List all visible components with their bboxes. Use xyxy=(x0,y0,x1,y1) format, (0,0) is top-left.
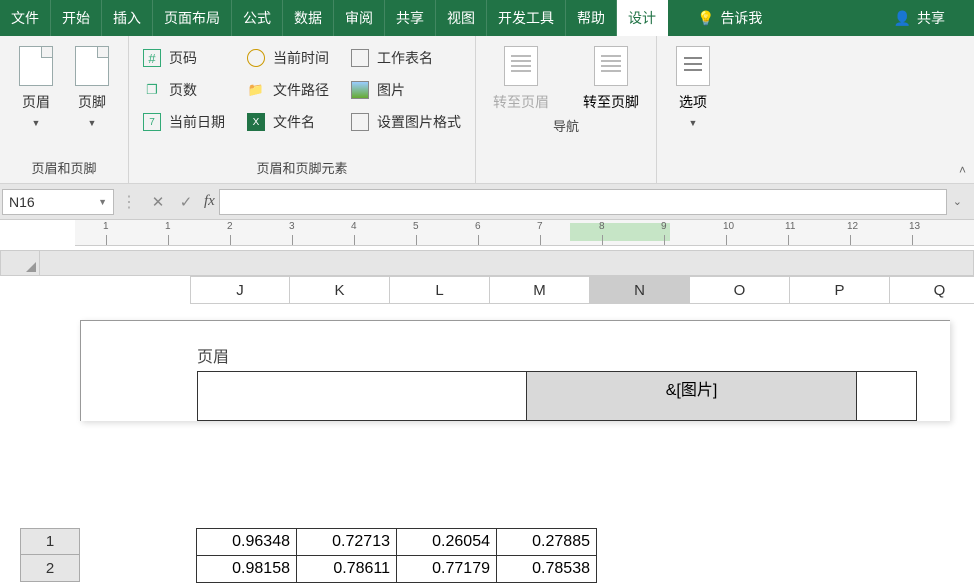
enter-button[interactable]: ✓ xyxy=(172,193,200,211)
footer-button[interactable]: 页脚 ▼ xyxy=(66,42,118,128)
expand-formula-button[interactable]: ⌄ xyxy=(953,195,962,208)
tab-tellme[interactable]: 💡 告诉我 xyxy=(686,0,773,36)
pages-icon: ❐ xyxy=(143,81,161,99)
tab-home[interactable]: 开始 xyxy=(51,0,102,36)
column-header-P[interactable]: P xyxy=(790,276,890,304)
tab-dev[interactable]: 开发工具 xyxy=(487,0,566,36)
group-label: 页眉和页脚元素 xyxy=(139,154,465,183)
collapse-ribbon-button[interactable]: ˄ xyxy=(959,163,966,177)
tab-review[interactable]: 审阅 xyxy=(334,0,385,36)
row-header-2[interactable]: 2 xyxy=(20,555,80,582)
fmtpicture-button[interactable]: 设置图片格式 xyxy=(347,110,465,134)
name-box[interactable]: N16 ▼ xyxy=(2,189,114,215)
options-icon xyxy=(676,46,710,86)
column-headers: JKLMNOPQ xyxy=(190,276,974,304)
header-center-box[interactable]: &[图片] xyxy=(527,371,857,421)
column-header-O[interactable]: O xyxy=(690,276,790,304)
tab-layout[interactable]: 页面布局 xyxy=(153,0,232,36)
header-right-box[interactable] xyxy=(857,371,917,421)
column-header-L[interactable]: L xyxy=(390,276,490,304)
row-headers: 12 xyxy=(20,528,80,582)
format-picture-icon xyxy=(351,113,369,131)
page-preview: 页眉 &[图片] xyxy=(80,320,950,421)
group-label: 页眉和页脚 xyxy=(10,154,118,183)
fx-icon[interactable]: fx xyxy=(204,193,215,210)
header-left-box[interactable] xyxy=(197,371,527,421)
group-header-footer: 页眉 ▼ 页脚 ▼ 页眉和页脚 xyxy=(0,36,129,183)
goto-header-button: 转至页眉 xyxy=(486,46,556,112)
lightbulb-icon: 💡 xyxy=(697,10,714,27)
group-options: 选项 ▼ xyxy=(657,36,729,183)
calendar-icon: 7 xyxy=(143,113,161,131)
hash-icon: # xyxy=(143,49,161,67)
cell[interactable]: 0.26054 xyxy=(397,529,497,556)
tab-file[interactable]: 文件 xyxy=(0,0,51,36)
formula-input[interactable] xyxy=(219,189,947,215)
currenttime-button[interactable]: 当前时间 xyxy=(243,46,333,70)
chevron-down-icon: ▼ xyxy=(88,118,97,128)
tab-share[interactable]: 共享 xyxy=(385,0,436,36)
chevron-down-icon: ▼ xyxy=(98,197,107,207)
tab-formulas[interactable]: 公式 xyxy=(232,0,283,36)
horizontal-ruler: 112345678910111213 xyxy=(75,220,974,246)
filepath-button[interactable]: 📁文件路径 xyxy=(243,78,333,102)
filename-button[interactable]: X文件名 xyxy=(243,110,333,134)
column-header-M[interactable]: M xyxy=(490,276,590,304)
picture-button[interactable]: 图片 xyxy=(347,78,465,102)
row-header-1[interactable]: 1 xyxy=(20,528,80,555)
clock-icon xyxy=(247,49,265,67)
page-icon xyxy=(19,46,53,86)
group-elements: #页码 ❐页数 7当前日期 当前时间 📁文件路径 X文件名 工作表名 图片 设置… xyxy=(129,36,476,183)
cell[interactable]: 0.96348 xyxy=(197,529,297,556)
ribbon: 页眉 ▼ 页脚 ▼ 页眉和页脚 #页码 ❐页数 7当前日期 当前时间 📁文件路径… xyxy=(0,36,974,184)
column-header-K[interactable]: K xyxy=(290,276,390,304)
sheet-area: 112345678910111213 JKLMNOPQ 页眉 &[图片] 12 … xyxy=(0,220,974,506)
pagecount-button[interactable]: ❐页数 xyxy=(139,78,229,102)
sheet-icon xyxy=(351,49,369,67)
tab-data[interactable]: 数据 xyxy=(283,0,334,36)
tab-design[interactable]: 设计 xyxy=(617,0,668,36)
goto-footer-button[interactable]: 转至页脚 xyxy=(576,46,646,112)
chevron-down-icon: ▼ xyxy=(689,118,698,128)
cancel-button[interactable]: ✕ xyxy=(144,193,172,211)
excel-icon: X xyxy=(247,113,265,131)
picture-icon xyxy=(351,81,369,99)
group-label: 导航 xyxy=(486,112,646,141)
cell[interactable]: 0.78538 xyxy=(497,556,597,583)
column-header-J[interactable]: J xyxy=(190,276,290,304)
header-edit-area: &[图片] xyxy=(197,371,950,421)
data-cells: 0.963480.727130.260540.27885 0.981580.786… xyxy=(196,528,597,583)
select-all-corner[interactable] xyxy=(0,250,40,276)
cell[interactable]: 0.78611 xyxy=(297,556,397,583)
column-header-N[interactable]: N xyxy=(590,276,690,304)
person-icon: 👤 xyxy=(894,10,911,27)
cell[interactable]: 0.98158 xyxy=(197,556,297,583)
column-header-Q[interactable]: Q xyxy=(890,276,974,304)
share-button[interactable]: 👤 共享 xyxy=(883,0,956,36)
cell[interactable]: 0.27885 xyxy=(497,529,597,556)
group-nav: 转至页眉 转至页脚 导航 xyxy=(476,36,657,183)
chevron-down-icon: ▼ xyxy=(32,118,41,128)
cell[interactable]: 0.72713 xyxy=(297,529,397,556)
page-icon xyxy=(75,46,109,86)
pagecode-button[interactable]: #页码 xyxy=(139,46,229,70)
sheetname-button[interactable]: 工作表名 xyxy=(347,46,465,70)
options-button[interactable]: 选项 ▼ xyxy=(667,42,719,128)
page-header-icon xyxy=(504,46,538,86)
tab-help[interactable]: 帮助 xyxy=(566,0,617,36)
tab-insert[interactable]: 插入 xyxy=(102,0,153,36)
formula-bar: N16 ▼ ⋮ ✕ ✓ fx ⌄ xyxy=(0,184,974,220)
tab-view[interactable]: 视图 xyxy=(436,0,487,36)
cell[interactable]: 0.77179 xyxy=(397,556,497,583)
header-button[interactable]: 页眉 ▼ xyxy=(10,42,62,128)
currentdate-button[interactable]: 7当前日期 xyxy=(139,110,229,134)
header-section-label: 页眉 xyxy=(197,343,950,367)
ribbon-tabs: 文件 开始 插入 页面布局 公式 数据 审阅 共享 视图 开发工具 帮助 设计 … xyxy=(0,0,974,36)
folder-icon: 📁 xyxy=(247,81,265,99)
page-footer-icon xyxy=(594,46,628,86)
